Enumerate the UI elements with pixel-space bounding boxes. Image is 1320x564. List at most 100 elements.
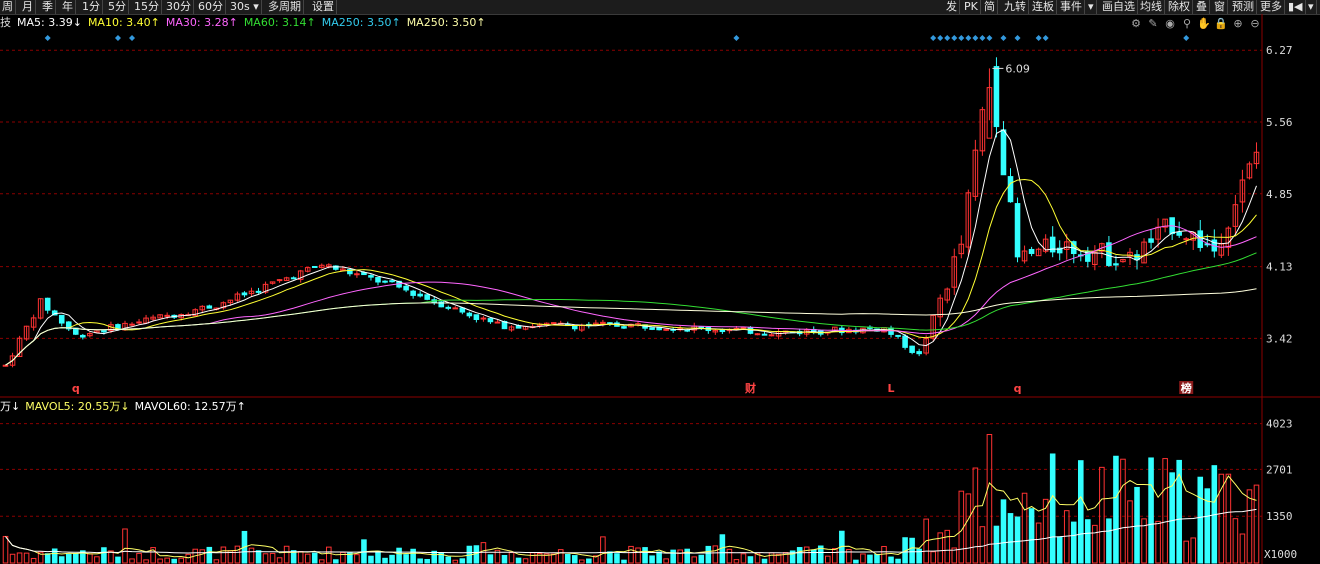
volume-bar — [761, 558, 768, 564]
volume-bar — [44, 553, 51, 564]
candle-body — [1183, 238, 1189, 241]
candle-body — [382, 280, 388, 283]
volume-bar — [747, 556, 754, 564]
candle-body — [58, 314, 65, 324]
price-tick-label: 6.27 — [1266, 44, 1293, 57]
volume-bar — [122, 528, 128, 564]
volume-bar — [452, 559, 459, 564]
volume-bar — [1007, 513, 1014, 564]
candle-body — [754, 333, 761, 336]
volume-bar — [1028, 508, 1035, 564]
candle-body — [1176, 231, 1182, 236]
price-tick-label: 5.56 — [1266, 116, 1293, 129]
candle-body — [417, 293, 423, 297]
signal-diamond[interactable] — [114, 35, 121, 41]
volume-bar — [185, 553, 192, 564]
signal-diamond[interactable] — [944, 35, 951, 41]
volume-bar — [1000, 499, 1007, 564]
candle-body — [649, 327, 655, 330]
candle-body — [255, 290, 262, 293]
signal-diamond[interactable] — [1183, 35, 1190, 41]
candle-body — [311, 265, 318, 268]
volume-bar — [136, 552, 142, 564]
signal-diamond[interactable] — [129, 35, 136, 41]
volume-bar — [958, 490, 965, 564]
volume-bar — [832, 548, 838, 564]
signal-diamond[interactable] — [951, 35, 958, 41]
volume-bar — [1127, 500, 1133, 564]
volume-bar — [1225, 473, 1232, 564]
signal-diamond[interactable] — [972, 35, 979, 41]
volume-bar — [768, 552, 775, 564]
volume-bar — [276, 557, 283, 564]
volume-bar — [649, 555, 655, 564]
volume-unit-label: X1000 — [1264, 548, 1297, 561]
volume-bar — [635, 547, 641, 564]
volume-bar — [1162, 458, 1168, 564]
signal-diamond[interactable] — [958, 35, 965, 41]
signal-diamond[interactable] — [979, 35, 986, 41]
candle-body — [621, 326, 627, 329]
event-marker-2[interactable]: L — [888, 382, 895, 395]
candle-body — [424, 294, 430, 300]
signal-diamond[interactable] — [930, 35, 937, 41]
candle-body — [480, 317, 487, 320]
candle-body — [550, 322, 557, 325]
volume-bar — [979, 526, 986, 564]
signal-diamond[interactable] — [733, 35, 740, 41]
volume-bar — [1239, 533, 1246, 564]
signal-diamond[interactable] — [1000, 35, 1007, 41]
price-tick-label: 3.42 — [1266, 332, 1293, 345]
volume-bar — [424, 558, 430, 564]
volume-bar — [501, 554, 508, 564]
event-marker-1[interactable]: 财 — [744, 381, 756, 395]
volume-bar — [255, 550, 262, 564]
signal-diamond[interactable] — [986, 35, 993, 41]
volume-bar — [853, 559, 859, 564]
volume-bar — [396, 547, 402, 564]
volume-bar — [65, 553, 72, 564]
candle-body — [290, 277, 297, 280]
volume-bar — [1070, 521, 1077, 564]
candle-body — [719, 329, 726, 333]
ma-line-ma5 — [5, 129, 1257, 366]
volume-bar — [297, 551, 304, 564]
volume-bar — [101, 547, 107, 564]
candle-body — [276, 279, 283, 282]
candle-body — [663, 328, 669, 331]
candle-body — [410, 290, 416, 296]
signal-diamond[interactable] — [1035, 35, 1042, 41]
volume-bar — [1106, 518, 1112, 564]
volume-bar — [944, 529, 951, 564]
volume-bar — [656, 551, 662, 564]
volume-bar — [628, 545, 634, 564]
candle-body — [1000, 129, 1007, 176]
volume-bar — [311, 552, 318, 564]
volume-bar — [213, 559, 220, 564]
signal-diamond[interactable] — [1042, 35, 1049, 41]
stock-chart[interactable]: 6.27 5.56 4.85 4.13 3.42 4023 2701 1350 X1000 6.0… — [0, 0, 1320, 564]
volume-bar — [318, 559, 325, 564]
candle-body — [1014, 203, 1021, 258]
volume-bar — [431, 550, 438, 564]
event-marker-3[interactable]: q — [1014, 382, 1022, 395]
event-marker-4[interactable]: 榜 — [1181, 381, 1192, 395]
volume-bar — [375, 550, 381, 564]
volume-bar — [417, 558, 423, 564]
volume-bar — [389, 554, 395, 564]
volume-bar — [304, 553, 311, 564]
volume-bar — [115, 556, 121, 564]
candle-body — [1113, 263, 1119, 266]
volume-bar — [234, 545, 241, 564]
volume-bar — [368, 555, 374, 564]
volume-bar — [888, 556, 894, 564]
event-marker-0[interactable]: q — [72, 382, 80, 395]
signal-diamond[interactable] — [1014, 35, 1021, 41]
signal-diamond[interactable] — [44, 35, 51, 41]
volume-bar — [1246, 489, 1253, 564]
volume-bar — [614, 553, 620, 564]
volume-bar — [522, 558, 529, 564]
signal-diamond[interactable] — [937, 35, 944, 41]
signal-diamond[interactable] — [965, 35, 972, 41]
volume-bar — [1035, 522, 1042, 564]
